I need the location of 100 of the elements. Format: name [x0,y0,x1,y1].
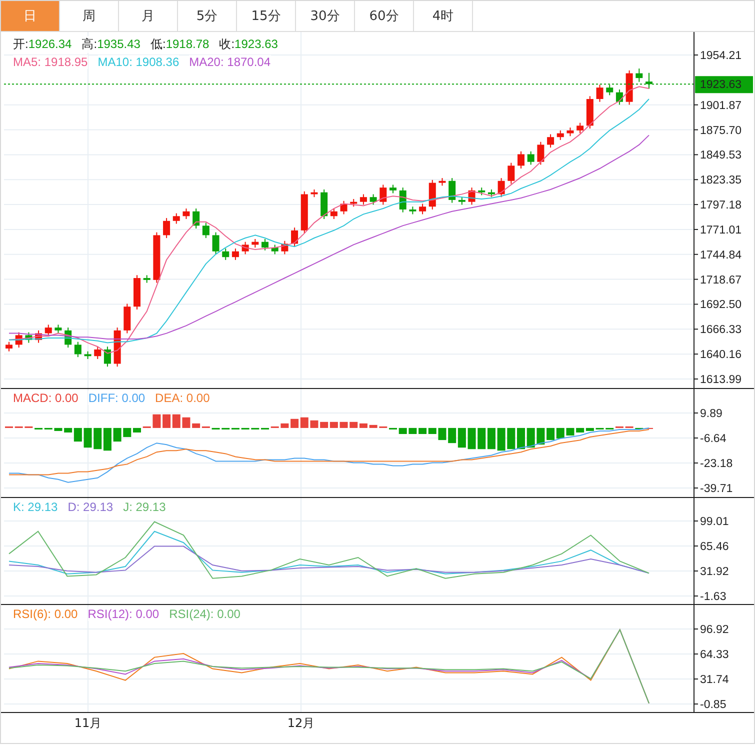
histogram-bar [280,423,289,428]
histogram-bar [566,428,574,436]
candle [576,122,584,134]
histogram-bar [84,428,92,448]
candle [616,88,623,106]
axis-label: 9.89 [700,408,722,420]
axis-label: 64.33 [700,649,729,661]
candle [556,130,564,140]
candle [153,232,160,284]
indicator-legend: RSI(12): 0.00 [88,607,160,621]
candle [35,330,42,344]
candle [360,194,367,206]
histogram-bar [458,428,466,448]
histogram-bar [438,428,446,440]
axis-label: 1954.21 [700,50,742,62]
price-tag: 1923.63 [695,76,753,94]
candle [172,212,180,224]
indicator-legend: MACD: 0.00 [13,391,78,405]
axis-label: 31.92 [700,566,729,578]
candle [202,222,210,239]
candle [143,274,150,284]
candle [586,96,594,130]
candle [636,68,643,82]
candle [606,84,614,96]
candle [468,187,476,206]
axis-label: 1692.50 [700,299,742,312]
histogram-bar [340,422,348,428]
candle [458,196,466,206]
axis-label: 1718.67 [700,274,742,286]
candle [74,341,82,358]
axis-label: 1849.53 [700,150,742,162]
candle [350,198,358,208]
indicator-legend: DIFF: 0.00 [88,391,146,405]
histogram-bar [103,428,112,451]
indicator-legend: J: 29.13 [123,500,166,514]
candle [64,327,72,348]
axis-label: -39.71 [700,483,733,495]
ma-legend: MA20: 1870.04 [189,55,271,69]
candle [242,241,249,255]
histogram-bar [300,417,308,428]
candle [262,238,268,251]
histogram-bar [448,428,456,444]
candle [399,187,406,213]
candle [626,70,633,106]
candle [448,178,456,204]
candle [320,188,328,220]
candle [438,178,446,186]
ref-line-label: 1923.63 [700,79,742,92]
axis-label: -1.63 [700,591,726,603]
candle [271,244,278,255]
histogram-bar [172,414,180,428]
candle [291,227,298,248]
axis-label: 31.74 [700,674,729,686]
candle [508,162,515,184]
candle [124,303,131,334]
histogram-bar [556,428,564,439]
candle [212,232,220,255]
histogram-bar [408,428,417,434]
ma-legend: MA5: 1918.95 [13,55,88,69]
candle [281,240,288,255]
histogram-bar [113,428,122,442]
axis-label: 1640.16 [700,349,742,362]
candle [6,341,12,352]
axis-label: 65.46 [700,541,729,553]
candle [15,332,22,348]
axis-label: 1666.33 [700,324,742,336]
axis-label: -0.85 [700,699,726,711]
candle [537,141,544,166]
histogram-bar [94,428,102,450]
ma-legend: MA10: 1908.36 [98,55,180,69]
candle [428,179,436,210]
axis-label: -23.18 [700,458,733,470]
axis-label: 96.92 [700,624,729,636]
axis-label: 11月 [74,716,102,730]
candle [409,206,416,215]
candle [252,238,259,248]
candle [547,134,554,148]
candle [114,327,121,368]
candle [104,346,111,368]
axis-label: 1771.01 [700,224,742,236]
candle [596,84,604,102]
candle [84,350,92,360]
histogram-bar [369,424,378,428]
histogram-bar [526,428,535,448]
histogram-bar [310,420,318,428]
candle [134,274,140,310]
indicator-legend: K: 29.13 [13,500,58,514]
axis-label: 1613.99 [700,374,742,386]
axis-label: 12月 [287,716,315,730]
histogram-bar [133,428,141,432]
axis-label: 1744.84 [700,249,742,262]
axis-label: 1823.35 [700,174,742,187]
indicator-legend: DEA: 0.00 [155,391,210,405]
candle [340,200,348,215]
histogram-bar [468,428,476,450]
histogram-bar [478,428,486,450]
candle [44,324,52,337]
histogram-bar [162,414,171,428]
histogram-bar [290,418,299,428]
candle [646,72,652,90]
